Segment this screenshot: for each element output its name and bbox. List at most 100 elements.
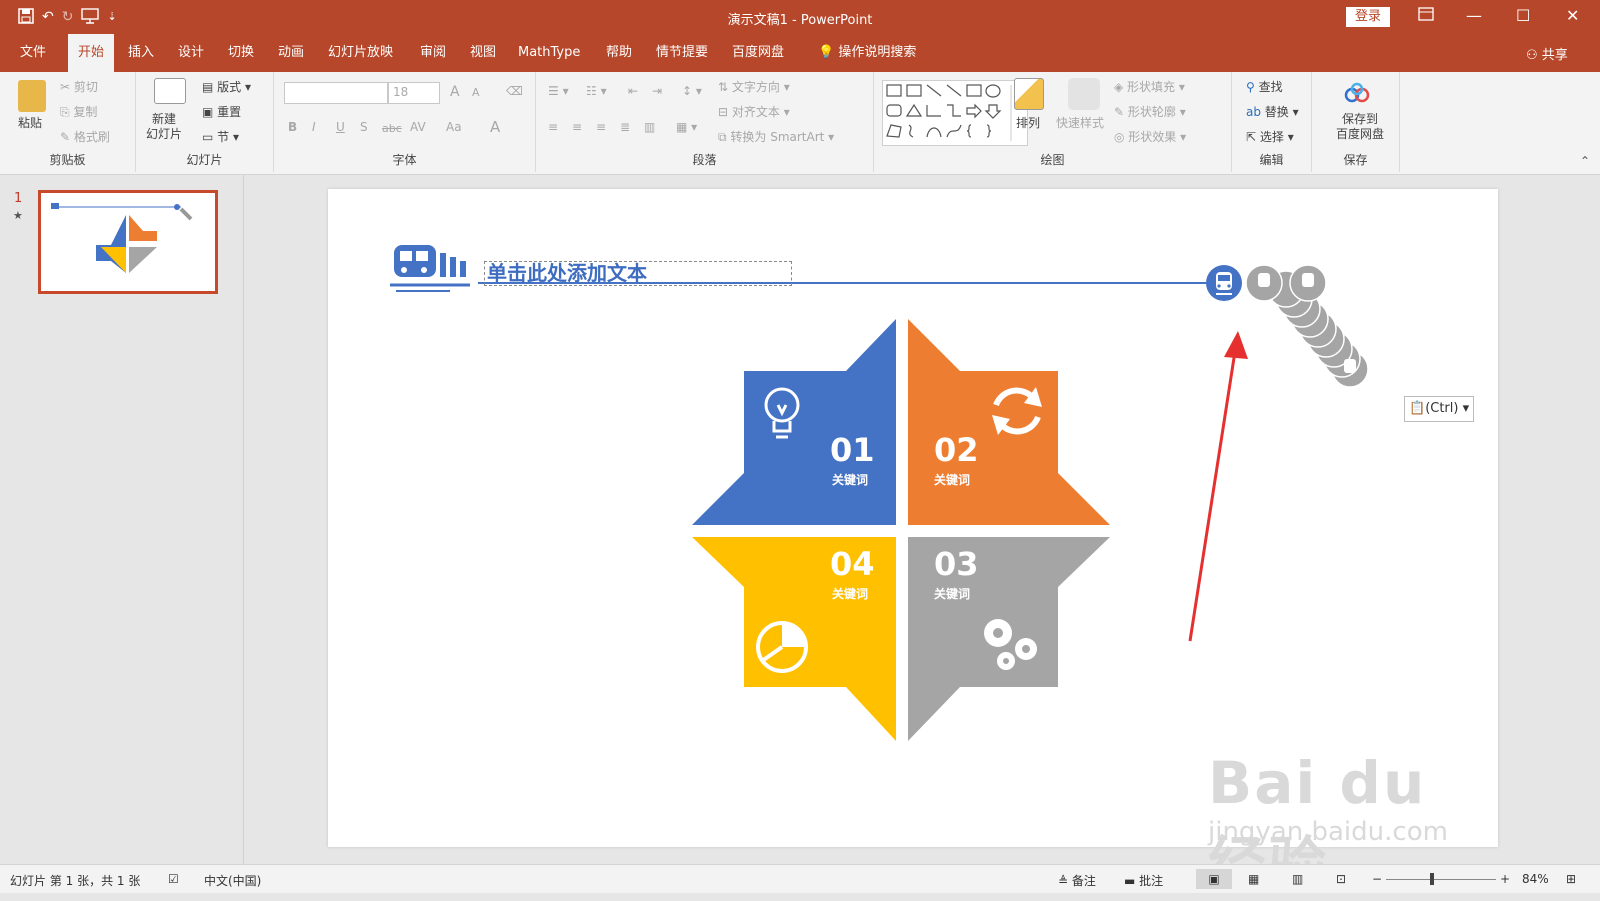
text-shadow-button[interactable]: S xyxy=(360,120,368,134)
tab-animations[interactable]: 动画 xyxy=(268,34,314,72)
new-slide-icon[interactable] xyxy=(154,78,186,104)
duplicated-train-icons[interactable] xyxy=(1242,263,1382,389)
select-button[interactable]: ⇱ 选择 ▾ xyxy=(1246,128,1294,145)
zoom-out-icon[interactable]: − xyxy=(1372,872,1382,886)
notes-label: 备注 xyxy=(1071,874,1096,888)
shape-effects-label: 形状效果 xyxy=(1128,130,1177,144)
smartart-icon: ⧉ xyxy=(718,130,731,144)
grow-font-button[interactable]: A xyxy=(450,84,460,100)
tab-transitions[interactable]: 切换 xyxy=(218,34,264,72)
tab-mathtype[interactable]: MathType xyxy=(508,34,590,72)
columns-icon[interactable]: ▦ ▾ xyxy=(676,120,697,134)
format-painter-button[interactable]: ✎ 格式刷 xyxy=(60,128,110,145)
quadrant-03-keyword: 关键词 xyxy=(934,587,971,601)
copy-button[interactable]: ⎘ 复制 xyxy=(60,103,97,120)
normal-view-icon[interactable]: ▣ xyxy=(1196,869,1232,889)
group-editing: ⚲ 查找 ab 替换 ▾ ⇱ 选择 ▾ 编辑 xyxy=(1232,72,1312,172)
paste-options-button[interactable]: 📋(Ctrl) ▾ xyxy=(1404,396,1474,422)
align-right-icon[interactable]: ≡ xyxy=(596,120,606,134)
align-center-icon[interactable]: ≡ xyxy=(572,120,582,134)
find-button[interactable]: ⚲ 查找 xyxy=(1246,78,1283,95)
tab-baidu-netdisk[interactable]: 百度网盘 xyxy=(722,34,794,72)
align-text-button[interactable]: ⊟ 对齐文本 ▾ xyxy=(718,103,790,120)
layout-button[interactable]: ▤ 版式 ▾ xyxy=(202,78,251,95)
font-name-input[interactable] xyxy=(284,82,388,104)
tab-design[interactable]: 设计 xyxy=(168,34,214,72)
baidu-cloud-icon[interactable] xyxy=(1344,82,1370,108)
increase-indent-icon[interactable]: ⇥ xyxy=(652,84,662,98)
justify-icon[interactable]: ≣ xyxy=(620,120,630,134)
shape-effects-button[interactable]: ◎ 形状效果 ▾ xyxy=(1114,128,1186,145)
change-case-button[interactable]: Aa xyxy=(446,120,462,134)
group-label-paragraph: 段落 xyxy=(692,153,717,167)
bullets-icon[interactable]: ☰ ▾ xyxy=(548,84,569,98)
shrink-font-button[interactable]: A xyxy=(472,86,480,99)
zoom-in-icon[interactable]: + xyxy=(1500,872,1510,886)
lightbulb-icon: 💡 xyxy=(818,45,835,60)
slideshow-view-icon[interactable]: ⊡ xyxy=(1336,872,1346,886)
paste-button[interactable]: 粘贴 xyxy=(18,114,42,131)
tab-view[interactable]: 视图 xyxy=(460,34,506,72)
four-quadrant-diagram[interactable] xyxy=(690,317,1110,741)
share-button[interactable]: ⚇ 共享 xyxy=(1526,44,1568,63)
replace-button[interactable]: ab 替换 ▾ xyxy=(1246,103,1299,120)
reading-view-icon[interactable]: ▥ xyxy=(1292,872,1303,886)
train-circle-icon[interactable] xyxy=(1204,263,1244,303)
collapse-ribbon-icon[interactable]: ⌃ xyxy=(1580,154,1590,168)
line-spacing-icon[interactable]: ↕ ▾ xyxy=(682,84,702,98)
convert-smartart-button[interactable]: ⧉ 转换为 SmartArt ▾ xyxy=(718,128,834,145)
zoom-slider-thumb[interactable] xyxy=(1430,873,1434,885)
slide-info: 幻灯片 第 1 张，共 1 张 xyxy=(10,874,141,888)
spellcheck-icon[interactable]: ☑ xyxy=(168,872,179,886)
tab-home[interactable]: 开始 xyxy=(68,34,115,72)
tab-insert[interactable]: 插入 xyxy=(118,34,164,72)
title-placeholder[interactable]: 单击此处添加文本 xyxy=(484,261,792,286)
slide[interactable]: 单击此处添加文本 01 关键词 02 关键词 04 关键词 03 关键词 Bai… xyxy=(328,189,1498,898)
comments-button[interactable]: ▬ 批注 xyxy=(1124,872,1163,889)
slide-sorter-icon[interactable]: ▦ xyxy=(1248,872,1259,886)
tab-storyboard[interactable]: 情节提要 xyxy=(646,34,718,72)
align-left-icon[interactable]: ≡ xyxy=(548,120,558,134)
fit-to-window-icon[interactable]: ⊞ xyxy=(1566,872,1576,886)
underline-button[interactable]: U xyxy=(336,120,345,134)
italic-button[interactable]: I xyxy=(312,120,316,134)
tell-me-search[interactable]: 💡 操作说明搜索 xyxy=(808,34,926,72)
tab-slideshow[interactable]: 幻灯片放映 xyxy=(318,34,403,72)
clear-format-icon[interactable]: ⌫ xyxy=(506,84,523,98)
char-spacing-button[interactable]: AV xyxy=(410,120,426,134)
shape-fill-button[interactable]: ◈ 形状填充 ▾ xyxy=(1114,78,1185,95)
numbering-icon[interactable]: ☷ ▾ xyxy=(586,84,607,98)
login-button[interactable]: 登录 xyxy=(1346,7,1390,27)
arrange-icon[interactable] xyxy=(1014,78,1044,110)
font-color-button[interactable]: A xyxy=(490,118,500,136)
notes-button[interactable]: ≜ 备注 xyxy=(1058,872,1096,889)
bold-button[interactable]: B xyxy=(288,120,297,134)
strikethrough-button[interactable]: abc xyxy=(382,122,402,135)
new-slide-button[interactable]: 新建 幻灯片 xyxy=(146,112,182,142)
text-direction-button[interactable]: ⇅ 文字方向 ▾ xyxy=(718,78,790,95)
tab-file[interactable]: 文件 xyxy=(10,34,56,72)
paste-icon[interactable] xyxy=(18,80,46,112)
tab-help[interactable]: 帮助 xyxy=(596,34,642,72)
minimize-icon[interactable]: — xyxy=(1466,7,1482,25)
language-indicator[interactable]: 中文(中国) xyxy=(204,872,261,889)
shapes-gallery[interactable] xyxy=(882,80,1028,146)
close-icon[interactable]: ✕ xyxy=(1566,7,1579,25)
decrease-indent-icon[interactable]: ⇤ xyxy=(628,84,638,98)
distribute-icon[interactable]: ▥ xyxy=(644,120,655,134)
zoom-level[interactable]: 84% xyxy=(1522,872,1549,886)
cut-button[interactable]: ✂ 剪切 xyxy=(60,78,98,95)
arrange-button[interactable]: 排列 xyxy=(1016,114,1040,131)
save-to-baidu-button[interactable]: 保存到 百度网盘 xyxy=(1336,112,1384,142)
font-size-input[interactable]: 18 xyxy=(388,82,440,104)
zoom-slider[interactable] xyxy=(1386,879,1496,880)
shape-outline-button[interactable]: ✎ 形状轮廓 ▾ xyxy=(1114,103,1186,120)
quick-styles-button[interactable]: 快速样式 xyxy=(1056,114,1104,131)
slide-thumbnail[interactable] xyxy=(38,190,218,294)
tab-review[interactable]: 审阅 xyxy=(410,34,456,72)
section-button[interactable]: ▭ 节 ▾ xyxy=(202,128,239,145)
quick-styles-icon[interactable] xyxy=(1068,78,1100,110)
ribbon-display-options-icon[interactable] xyxy=(1418,7,1434,25)
reset-button[interactable]: ▣ 重置 xyxy=(202,103,241,120)
maximize-icon[interactable]: ☐ xyxy=(1516,7,1530,25)
